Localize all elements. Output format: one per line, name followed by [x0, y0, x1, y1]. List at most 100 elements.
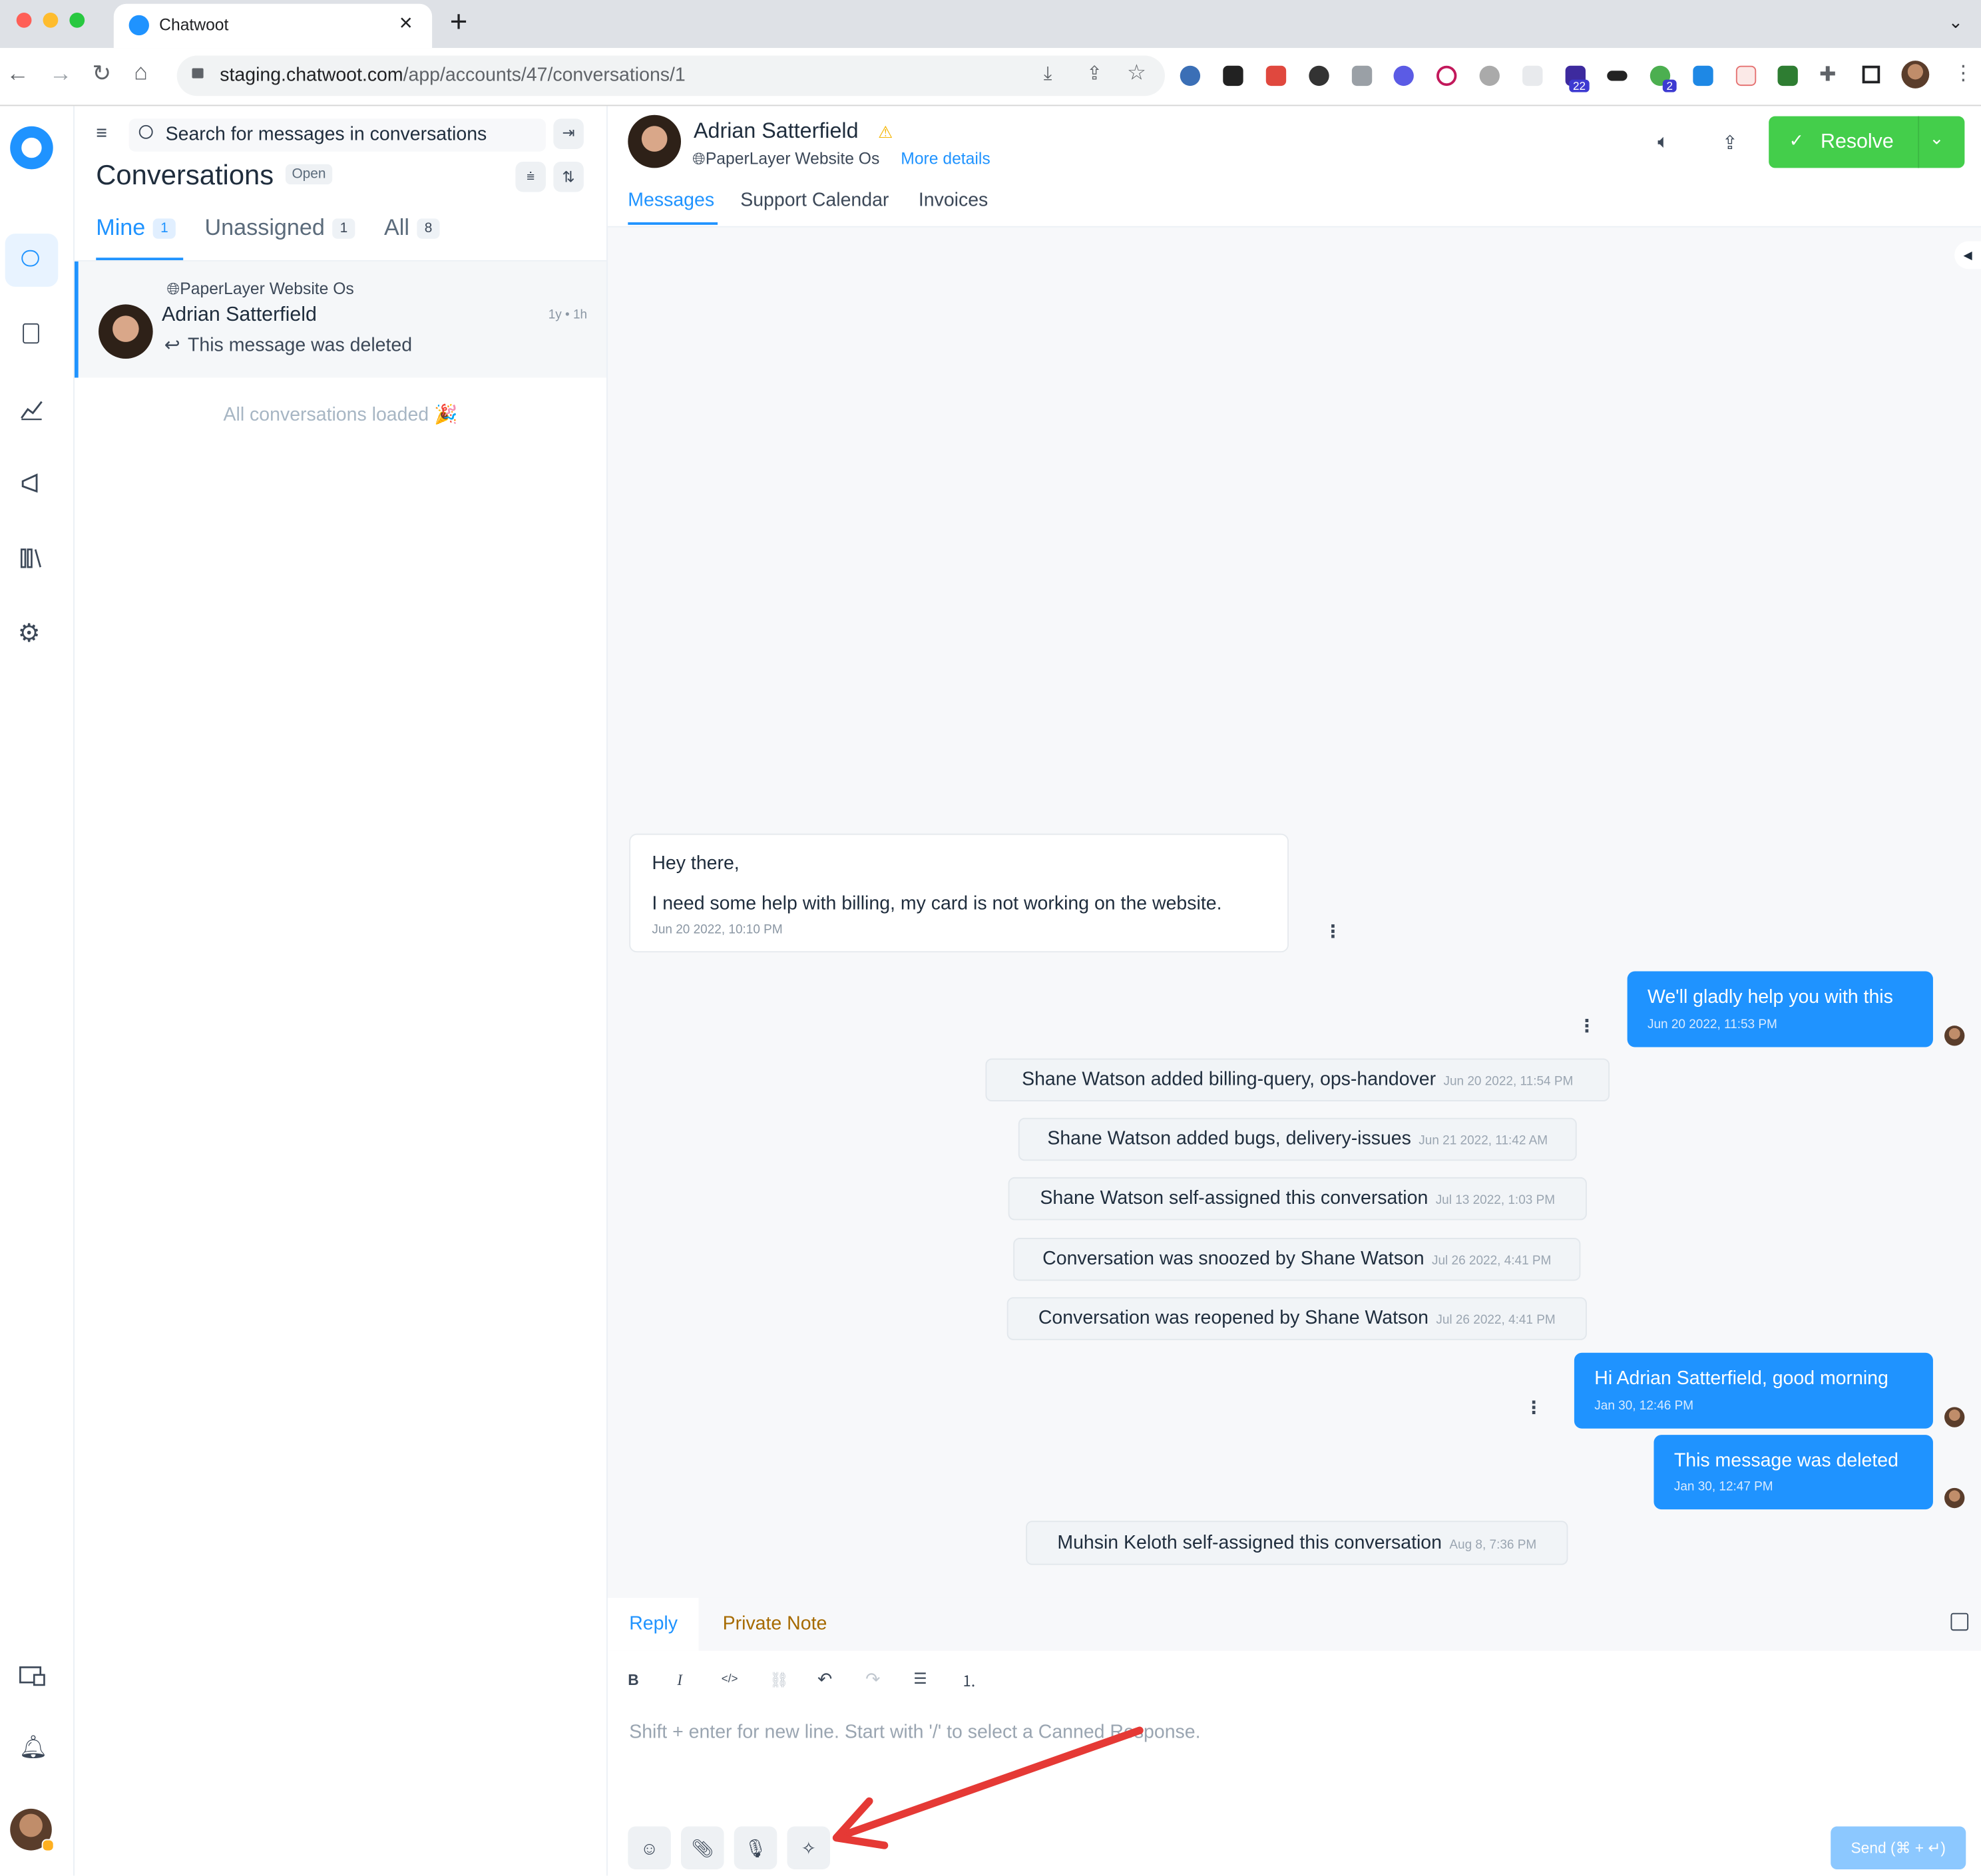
bookmark-star-icon[interactable]: ☆: [1127, 61, 1146, 86]
message-text: This message was deleted: [1673, 1449, 1898, 1472]
chatwoot-logo[interactable]: [10, 126, 53, 170]
tab-all[interactable]: All 8: [384, 215, 440, 242]
warning-icon: ⚠: [878, 122, 893, 142]
window-minimize-button[interactable]: [43, 12, 59, 28]
extension-14-icon[interactable]: [1735, 65, 1757, 87]
window-zoom-button[interactable]: [69, 12, 85, 28]
reload-icon[interactable]: ↻: [93, 61, 112, 87]
outgoing-message: This message was deleted Jan 30, 12:47 P…: [1653, 1435, 1933, 1510]
browser-menu-icon[interactable]: ⋮: [1953, 61, 1973, 86]
resolve-button[interactable]: ✓ Resolve ⌄: [1769, 116, 1965, 168]
tab-support-calendar[interactable]: Support Calendar: [740, 190, 889, 211]
filter-icon[interactable]: ⩧: [515, 161, 546, 192]
inbox-label: 🌐︎PaperLayer Website Os: [166, 279, 354, 298]
library-icon[interactable]: [19, 546, 44, 571]
italic-icon[interactable]: I: [677, 1671, 682, 1690]
extension-15-icon[interactable]: [1777, 65, 1798, 87]
extension-8-icon[interactable]: [1479, 65, 1500, 87]
header-contact-name[interactable]: Adrian Satterfield: [694, 118, 859, 144]
more-details-link[interactable]: More details: [901, 149, 990, 168]
message-options-kebab-icon[interactable]: ⋮: [1324, 921, 1342, 942]
extension-2-icon[interactable]: [1223, 65, 1243, 87]
extension-6-icon[interactable]: [1393, 65, 1414, 87]
window-close-button[interactable]: [16, 12, 32, 28]
undo-icon[interactable]: ↶: [817, 1668, 832, 1690]
code-icon[interactable]: </>: [722, 1672, 738, 1685]
link-icon[interactable]: ⛓: [770, 1671, 789, 1689]
extensions-puzzle-icon[interactable]: ✚: [1819, 62, 1836, 87]
tab-messages[interactable]: Messages: [628, 190, 714, 211]
resolve-dropdown-chevron-icon[interactable]: ⌄: [1929, 128, 1944, 149]
tab-mine[interactable]: Mine 1: [96, 215, 176, 242]
agent-avatar: [1944, 1026, 1965, 1046]
extension-badge-2: 2: [1662, 79, 1677, 93]
home-icon[interactable]: ⌂: [134, 59, 148, 86]
search-box[interactable]: Search for messages in conversations: [128, 118, 546, 152]
emoji-button[interactable]: ☺: [628, 1826, 671, 1870]
mute-speaker-icon[interactable]: 🔈︎: [1657, 131, 1669, 152]
contact-avatar: [99, 304, 153, 359]
attachment-button[interactable]: 📎︎: [681, 1826, 724, 1870]
tab-invoices[interactable]: Invoices: [919, 190, 988, 211]
numbered-list-icon[interactable]: ⒈: [961, 1670, 977, 1691]
private-note-tab[interactable]: Private Note: [723, 1613, 827, 1634]
send-button[interactable]: Send (⌘ + ↵): [1831, 1826, 1966, 1870]
header-contact-avatar[interactable]: [628, 114, 682, 168]
browser-profile-avatar[interactable]: [1901, 61, 1930, 89]
campaigns-megaphone-icon[interactable]: [19, 471, 44, 496]
reply-tab[interactable]: Reply: [629, 1613, 678, 1634]
share-icon[interactable]: ⇪: [1086, 62, 1102, 85]
message-options-kebab-icon[interactable]: ⋮: [1525, 1397, 1543, 1418]
extension-7-icon[interactable]: [1436, 65, 1457, 87]
activity-message: Shane Watson added bugs, delivery-issues…: [1018, 1117, 1577, 1161]
browser-tab[interactable]: Chatwoot ×: [113, 3, 433, 49]
install-app-icon[interactable]: ⤓: [1044, 63, 1052, 85]
status-badge[interactable]: Open: [285, 164, 333, 185]
extension-9-icon[interactable]: [1522, 65, 1543, 87]
extension-4-icon[interactable]: [1309, 65, 1329, 87]
tab-unassigned[interactable]: Unassigned 1: [204, 215, 355, 242]
conversation-card[interactable]: 🌐︎PaperLayer Website Os Adrian Satterfie…: [74, 261, 607, 378]
new-tab-button[interactable]: +: [450, 5, 468, 41]
extension-13-icon[interactable]: [1693, 65, 1713, 87]
agent-avatar: [1944, 1487, 1965, 1509]
tab-close-icon[interactable]: ×: [399, 10, 413, 37]
tab-search-chevron-icon[interactable]: ⌄: [1948, 11, 1963, 33]
contact-panel-toggle-icon[interactable]: ◀: [1954, 241, 1981, 270]
extension-3-icon[interactable]: [1265, 65, 1287, 87]
voice-record-button[interactable]: 🎙︎: [734, 1826, 777, 1870]
message-preview: ↩ This message was deleted: [164, 334, 413, 357]
reports-icon[interactable]: [19, 397, 44, 422]
back-arrow-icon[interactable]: ←: [6, 61, 29, 87]
redo-icon[interactable]: ↷: [865, 1668, 880, 1690]
tab-title: Chatwoot: [159, 15, 229, 35]
dashboard-apps-icon[interactable]: [19, 1665, 47, 1688]
notifications-bell-icon[interactable]: 🔔︎: [19, 1734, 47, 1761]
extension-11-icon[interactable]: [1607, 71, 1628, 81]
activity-message: Conversation was snoozed by Shane Watson…: [1013, 1238, 1581, 1281]
message-options-kebab-icon[interactable]: ⋮: [1578, 1016, 1596, 1037]
settings-gear-icon[interactable]: ⚙: [18, 618, 41, 649]
contact-name: Adrian Satterfield: [161, 304, 317, 326]
sort-icon[interactable]: ⇅: [553, 161, 584, 192]
collapse-panel-icon[interactable]: ⇥: [553, 118, 584, 149]
side-panel-icon[interactable]: [1862, 65, 1880, 84]
activity-message: Muhsin Keloth self-assigned this convers…: [1026, 1521, 1568, 1565]
tab-mine-count: 1: [152, 218, 176, 240]
agent-avatar: [1944, 1407, 1965, 1427]
transcript-share-icon[interactable]: ⇪: [1722, 131, 1738, 154]
expand-editor-icon[interactable]: [1950, 1612, 1969, 1631]
forward-arrow-icon[interactable]: →: [49, 61, 72, 87]
conversation-time: 1y • 1h: [548, 308, 588, 322]
extension-1-icon[interactable]: [1180, 65, 1201, 87]
toggle-sidebar-menu-icon[interactable]: ≡: [96, 122, 107, 144]
search-input[interactable]: Search for messages in conversations: [166, 124, 487, 145]
address-bar[interactable]: staging.chatwoot.com/app/accounts/47/con…: [176, 55, 1165, 96]
contacts-icon[interactable]: [23, 323, 39, 344]
nav-conversations-button[interactable]: [5, 234, 59, 287]
extension-5-icon[interactable]: [1351, 65, 1373, 87]
bullet-list-icon[interactable]: ☰: [913, 1670, 927, 1688]
tab-unassigned-count: 1: [332, 218, 355, 240]
bold-icon[interactable]: B: [628, 1671, 638, 1689]
messages-tab-indicator: [628, 222, 718, 225]
